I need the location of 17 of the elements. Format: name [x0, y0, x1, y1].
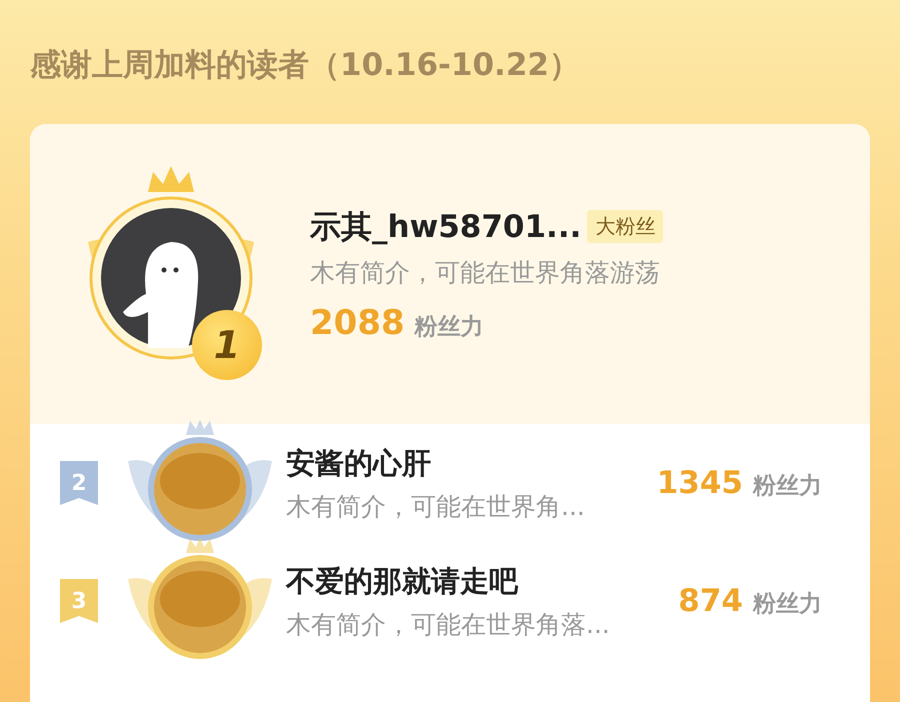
- fan-power-score: 2088: [310, 302, 405, 342]
- fan-power-score: 874: [678, 583, 743, 619]
- fan-power-label: 粉丝力: [414, 312, 484, 342]
- reader-name[interactable]: 不爱的那就请走吧: [286, 562, 678, 602]
- reader-bio: 木有简介，可能在世界角...: [286, 490, 586, 522]
- reader-bio: 木有简介，可能在世界角落游荡: [310, 256, 661, 288]
- fan-power-score: 1345: [656, 465, 743, 501]
- fan-level-tag: 大粉丝: [587, 210, 664, 243]
- reader-name[interactable]: 示其_hw58701...: [310, 206, 582, 248]
- rank-ribbon: 3: [60, 579, 98, 623]
- reader-name[interactable]: 安酱的心肝: [286, 444, 657, 484]
- page-heading: 感谢上周加料的读者（10.16-10.22）: [30, 46, 581, 85]
- reader-bio: 木有简介，可能在世界角落...: [286, 608, 611, 640]
- rank-medal: 1: [192, 310, 262, 380]
- rank-ribbon: 2: [60, 461, 98, 505]
- fan-power-label: 粉丝力: [753, 472, 822, 501]
- fan-power-label: 粉丝力: [753, 590, 822, 619]
